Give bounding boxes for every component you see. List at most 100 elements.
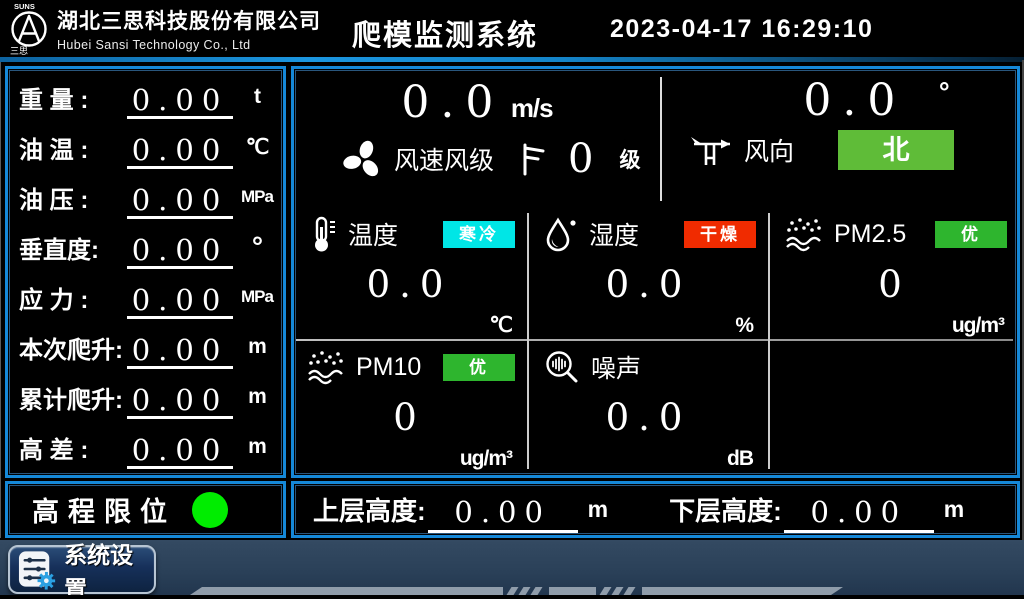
metric-label: 应 力 : bbox=[19, 280, 127, 315]
elevation-limit-box: 高程限位 bbox=[5, 481, 286, 538]
metric-row-total-climb: 累计爬升: 0.00 m bbox=[8, 372, 283, 422]
metric-value: 0.00 bbox=[127, 385, 233, 419]
upper-level-label: 上层高度: bbox=[313, 491, 426, 528]
fan-icon bbox=[342, 138, 384, 180]
suns-logo-icon: SUNS 三思 bbox=[5, 0, 55, 56]
company-name-en: Hubei Sansi Technology Co., Ltd bbox=[57, 38, 321, 52]
env-tiles: 温度 寒冷 0.0 ℃ 湿度 干燥 0.0 % bbox=[294, 209, 1017, 475]
tile-name: PM10 bbox=[356, 353, 421, 382]
wind-speed-display: 0.0 m/s bbox=[294, 77, 660, 128]
wind-vane-icon bbox=[688, 131, 734, 169]
temperature-status-badge: 寒冷 bbox=[443, 221, 515, 248]
metric-label: 油 温 : bbox=[19, 130, 127, 165]
environment-panel: 0.0 m/s 风速风级 0 级 0.0 ° bbox=[291, 66, 1020, 478]
footer-bar: 系统设置 bbox=[0, 540, 1024, 599]
wind-scale-row: 风速风级 0 级 bbox=[294, 136, 660, 182]
page-title: 爬模监测系统 bbox=[352, 12, 538, 54]
pm10-status-badge: 优 bbox=[443, 354, 515, 381]
metric-row-weight: 重 量 : 0.00 t bbox=[8, 72, 283, 122]
svg-text:SUNS: SUNS bbox=[14, 2, 35, 11]
metric-value: 0.00 bbox=[127, 135, 233, 169]
wind-direction-display: 0.0 ° bbox=[662, 75, 1017, 126]
wind-scale-unit: 级 bbox=[619, 144, 640, 174]
tile-noise: 噪声 0.0 dB bbox=[531, 342, 766, 471]
temperature-value: 0.0 bbox=[294, 263, 525, 306]
metrics-panel: 重 量 : 0.00 t 油 温 : 0.00 ℃ 油 压 : 0.00 MPa… bbox=[5, 66, 286, 478]
metric-unit: t bbox=[239, 85, 275, 109]
elevation-limit-indicator bbox=[192, 492, 228, 528]
metric-unit: ℃ bbox=[239, 135, 275, 160]
datetime-display: 2023-04-17 16:29:10 bbox=[610, 15, 873, 44]
metric-row-oil-temp: 油 温 : 0.00 ℃ bbox=[8, 122, 283, 172]
metric-label: 油 压 : bbox=[19, 180, 127, 215]
tile-name: 噪声 bbox=[591, 349, 641, 385]
pm25-unit: ug/m³ bbox=[952, 314, 1004, 338]
monitoring-screen: SUNS 三思 湖北三思科技股份有限公司 Hubei Sansi Technol… bbox=[0, 0, 1024, 599]
wind-scale-value: 0 bbox=[568, 136, 593, 182]
company-name-cn: 湖北三思科技股份有限公司 bbox=[57, 5, 321, 35]
svg-text:三思: 三思 bbox=[10, 46, 28, 56]
tiles-vertical-divider-2 bbox=[768, 213, 770, 469]
humidity-value: 0.0 bbox=[531, 263, 766, 306]
metric-value: 0.00 bbox=[127, 235, 233, 269]
wind-speed-label: 风速风级 bbox=[394, 141, 494, 177]
lower-level-label: 下层高度: bbox=[669, 491, 782, 528]
tile-name: 湿度 bbox=[589, 216, 639, 252]
metric-value: 0.00 bbox=[127, 435, 233, 469]
wind-speed-unit: m/s bbox=[511, 93, 553, 123]
tile-name: 温度 bbox=[348, 216, 398, 252]
lower-level-group: 下层高度: 0.00 m bbox=[669, 487, 963, 533]
tile-humidity: 湿度 干燥 0.0 % bbox=[531, 209, 766, 338]
tile-pm25: PM2.5 优 0 ug/m³ bbox=[772, 209, 1017, 338]
levels-box: 上层高度: 0.00 m 下层高度: 0.00 m bbox=[291, 481, 1020, 538]
upper-level-unit: m bbox=[588, 496, 607, 523]
wind-scale-flag-icon bbox=[518, 141, 546, 177]
temperature-unit: ℃ bbox=[489, 313, 512, 338]
metric-unit: m bbox=[239, 385, 275, 409]
pm25-status-badge: 优 bbox=[935, 221, 1007, 248]
droplet-icon bbox=[543, 215, 579, 253]
metric-value: 0.00 bbox=[127, 285, 233, 319]
settings-icon bbox=[17, 549, 56, 591]
metric-unit: MPa bbox=[239, 187, 275, 207]
lower-level-unit: m bbox=[944, 496, 963, 523]
tile-temperature: 温度 寒冷 0.0 ℃ bbox=[294, 209, 525, 338]
tiles-horizontal-divider bbox=[296, 339, 1013, 341]
wind-direction-badge: 北 bbox=[838, 130, 954, 170]
wind-direction-row: 风向 北 bbox=[662, 130, 1017, 170]
wind-direction-unit: ° bbox=[939, 77, 950, 107]
header: SUNS 三思 湖北三思科技股份有限公司 Hubei Sansi Technol… bbox=[0, 0, 1024, 57]
noise-unit: dB bbox=[727, 447, 753, 471]
metric-row-verticality: 垂直度: 0.00 ° bbox=[8, 222, 283, 272]
metric-row-current-climb: 本次爬升: 0.00 m bbox=[8, 322, 283, 372]
left-bezel-line bbox=[0, 62, 1, 538]
wind-direction-value: 0.0 bbox=[803, 75, 906, 126]
wind-speed-value: 0.0 bbox=[401, 77, 504, 128]
pm10-value: 0 bbox=[294, 396, 525, 439]
thermometer-icon bbox=[306, 215, 338, 253]
wind-speed-section: 0.0 m/s 风速风级 0 级 bbox=[294, 69, 660, 209]
footer-bottom-edge bbox=[0, 595, 1024, 599]
elevation-limit-label: 高程限位 bbox=[32, 490, 176, 529]
metric-label: 本次爬升: bbox=[19, 330, 127, 365]
metric-row-height-diff: 高 差 : 0.00 m bbox=[8, 422, 283, 472]
metric-label: 累计爬升: bbox=[19, 380, 127, 415]
metric-row-oil-pressure: 油 压 : 0.00 MPa bbox=[8, 172, 283, 222]
metric-label: 重 量 : bbox=[19, 80, 127, 115]
lower-level-value: 0.00 bbox=[784, 495, 934, 533]
metric-unit: m bbox=[239, 335, 275, 359]
humidity-status-badge: 干燥 bbox=[684, 221, 756, 248]
tile-pm10: PM10 优 0 ug/m³ bbox=[294, 342, 525, 471]
metric-unit: m bbox=[239, 435, 275, 459]
metric-label: 垂直度: bbox=[19, 230, 127, 265]
metric-unit: ° bbox=[239, 231, 275, 263]
wind-direction-section: 0.0 ° 风向 北 bbox=[662, 69, 1017, 209]
metric-value: 0.00 bbox=[127, 335, 233, 369]
pm25-value: 0 bbox=[772, 263, 1017, 306]
header-accent-bar bbox=[0, 57, 1024, 62]
humidity-unit: % bbox=[735, 314, 753, 338]
noise-value: 0.0 bbox=[531, 396, 766, 439]
company-logo: SUNS 三思 bbox=[5, 0, 55, 61]
footer-decoration bbox=[0, 587, 1024, 595]
wind-direction-label: 风向 bbox=[744, 132, 794, 168]
